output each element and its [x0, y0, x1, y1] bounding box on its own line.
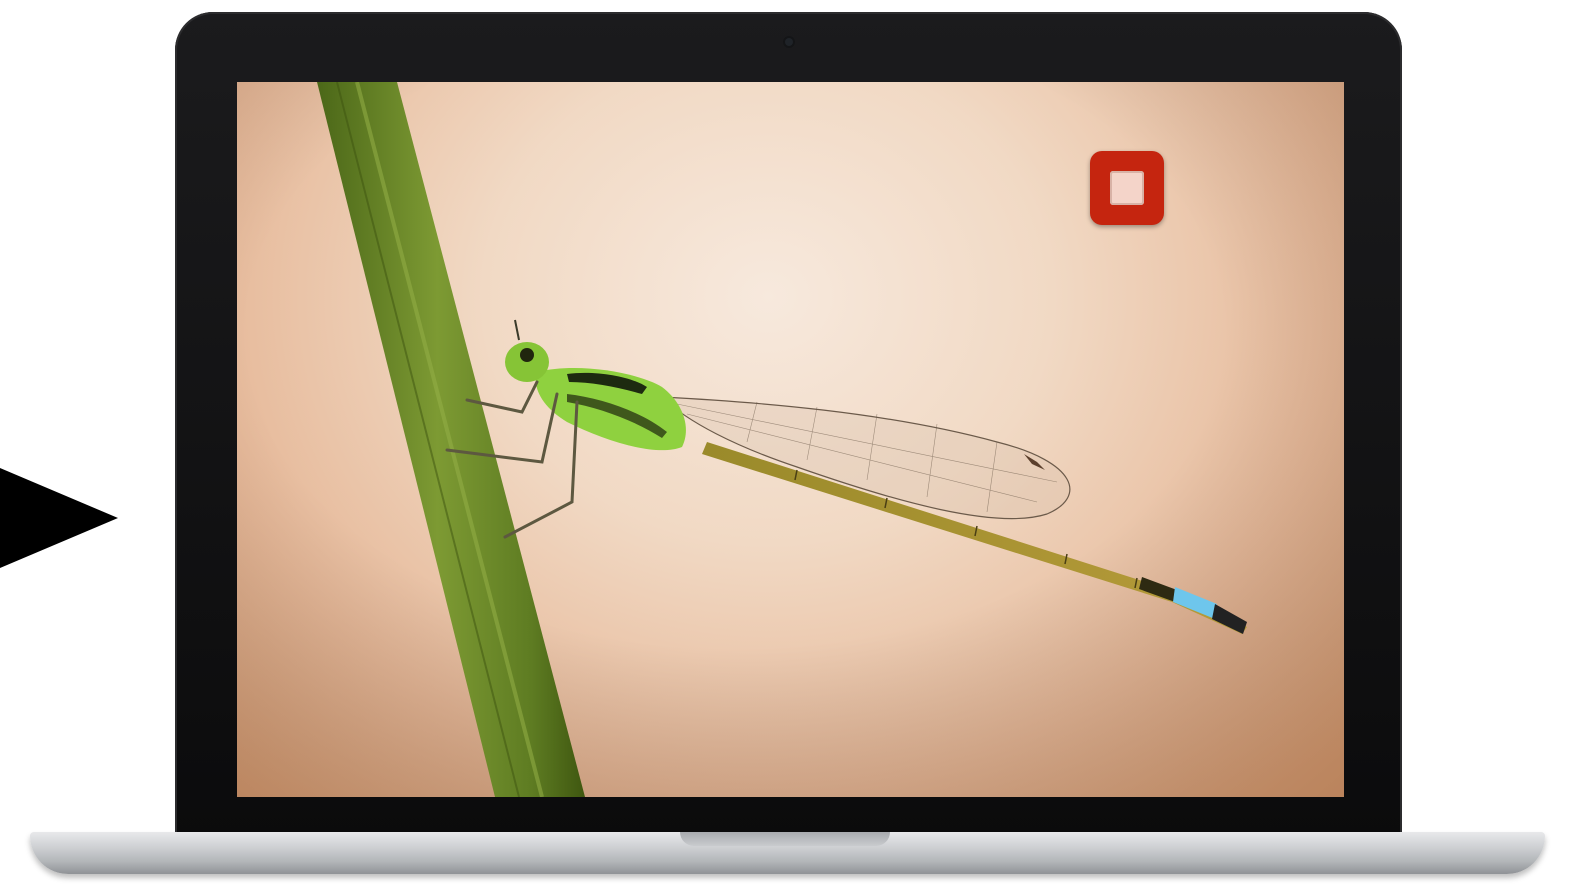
- laptop-screen: [237, 82, 1344, 797]
- stop-icon: [1110, 171, 1144, 205]
- stop-button[interactable]: [1090, 151, 1164, 225]
- play-arrow-icon: [0, 468, 118, 568]
- damselfly-photo: [237, 82, 1344, 797]
- laptop-lid: [175, 12, 1402, 842]
- scene: [0, 0, 1575, 885]
- trackpad-notch: [680, 832, 890, 846]
- laptop-base: [30, 832, 1545, 874]
- camera-icon: [785, 38, 793, 46]
